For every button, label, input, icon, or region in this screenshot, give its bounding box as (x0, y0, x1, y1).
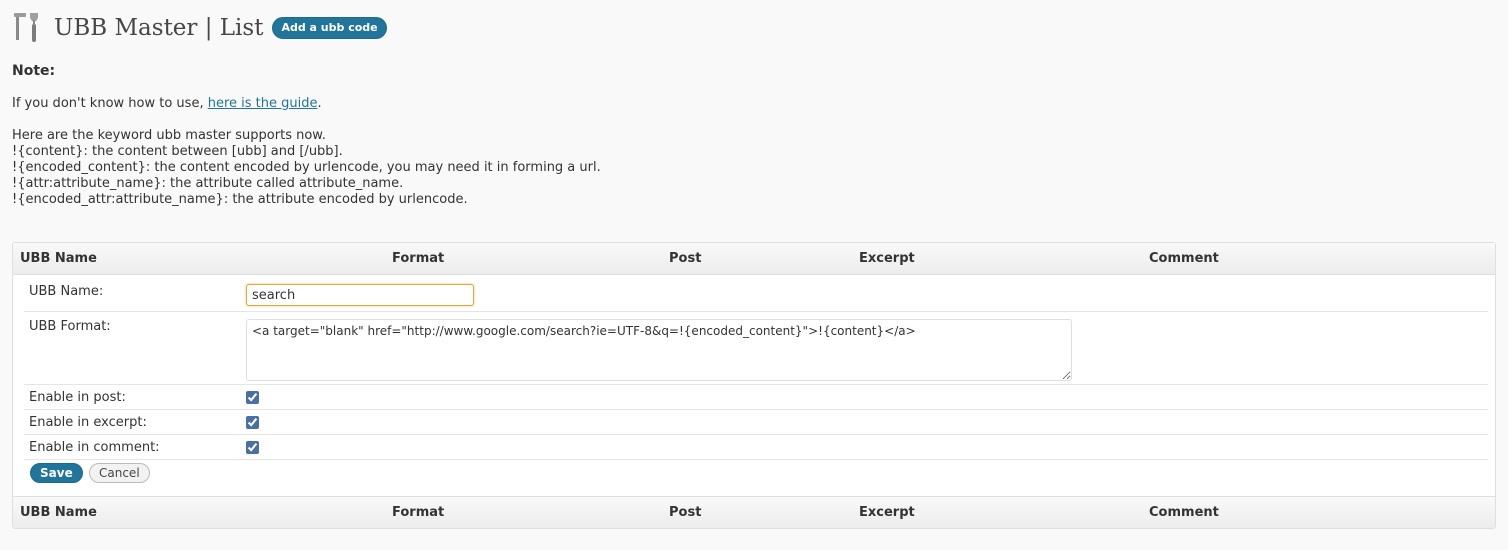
column-header-comment[interactable]: Comment (1149, 251, 1219, 266)
keyword-item: !{encoded_content}: the content encoded … (12, 160, 601, 175)
enable-comment-checkbox[interactable] (246, 441, 259, 454)
column-header-ubb-name[interactable]: UBB Name (20, 251, 97, 266)
keyword-intro: Here are the keyword ubb master supports… (12, 128, 326, 143)
form-row-name: UBB Name: (24, 275, 1488, 312)
enable-excerpt-checkbox[interactable] (246, 416, 259, 429)
keyword-item: !{encoded_attr:attribute_name}: the attr… (12, 192, 468, 207)
form-row-excerpt: Enable in excerpt: (24, 410, 1488, 435)
page-title: UBB Master | List (54, 15, 264, 41)
ubb-name-input[interactable] (246, 284, 474, 306)
save-button[interactable]: Save (30, 463, 83, 483)
enable-comment-label: Enable in comment: (29, 440, 160, 455)
column-header-excerpt[interactable]: Excerpt (859, 251, 915, 266)
form-row-post: Enable in post: (24, 385, 1488, 410)
enable-excerpt-label: Enable in excerpt: (29, 415, 147, 430)
ubb-format-label: UBB Format: (29, 319, 111, 334)
enable-post-checkbox[interactable] (246, 391, 259, 404)
column-footer-ubb-name[interactable]: UBB Name (20, 505, 97, 520)
column-footer-post[interactable]: Post (669, 505, 701, 520)
enable-post-label: Enable in post: (29, 390, 126, 405)
keyword-item: !{content}: the content between [ubb] an… (12, 144, 343, 159)
keyword-list: Here are the keyword ubb master supports… (12, 128, 601, 208)
table-footer: UBB Name Format Post Excerpt Comment (13, 496, 1495, 528)
column-footer-format[interactable]: Format (392, 505, 444, 520)
guide-prefix: If you don't know how to use, (12, 96, 208, 111)
ubb-format-textarea[interactable]: <a target="blank" href="http://www.googl… (246, 319, 1072, 381)
form-row-actions: Save Cancel (24, 460, 1488, 491)
form-row-comment: Enable in comment: (24, 435, 1488, 460)
add-ubb-code-button[interactable]: Add a ubb code (272, 17, 387, 39)
ubb-table: UBB Name Format Post Excerpt Comment UBB… (12, 242, 1496, 529)
guide-suffix: . (317, 96, 322, 111)
guide-line: If you don't know how to use, here is th… (12, 96, 322, 111)
column-footer-excerpt[interactable]: Excerpt (859, 505, 915, 520)
form-row-format: UBB Format: <a target="blank" href="http… (24, 312, 1488, 385)
guide-link[interactable]: here is the guide (208, 96, 318, 111)
page-header: UBB Master | List Add a ubb code (12, 8, 387, 48)
table-header: UBB Name Format Post Excerpt Comment (13, 243, 1495, 275)
column-footer-comment[interactable]: Comment (1149, 505, 1219, 520)
note-title: Note: (12, 63, 56, 79)
ubb-name-label: UBB Name: (29, 284, 104, 299)
keyword-item: !{attr:attribute_name}: the attribute ca… (12, 176, 404, 191)
tools-icon (14, 13, 38, 42)
column-header-format[interactable]: Format (392, 251, 444, 266)
column-header-post[interactable]: Post (669, 251, 701, 266)
cancel-button[interactable]: Cancel (89, 463, 150, 483)
